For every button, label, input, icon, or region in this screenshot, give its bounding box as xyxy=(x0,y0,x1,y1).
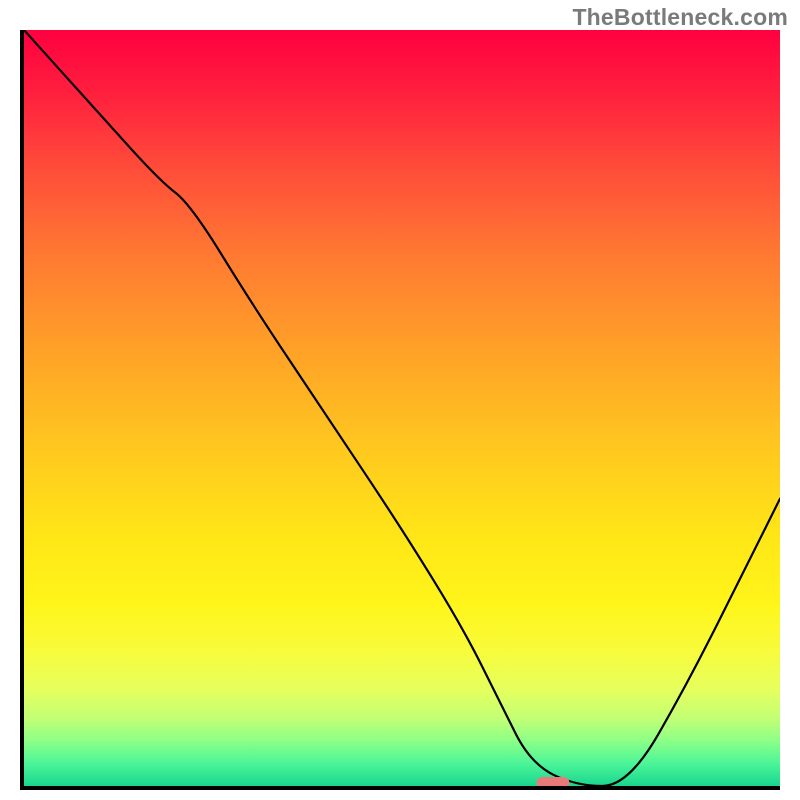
chart-container: TheBottleneck.com xyxy=(0,0,800,800)
bottleneck-curve xyxy=(24,30,780,786)
plot-frame xyxy=(20,30,780,790)
optimum-marker xyxy=(537,777,570,786)
curve-svg xyxy=(24,30,780,786)
plot-area xyxy=(24,30,780,786)
watermark-text: TheBottleneck.com xyxy=(572,4,788,31)
